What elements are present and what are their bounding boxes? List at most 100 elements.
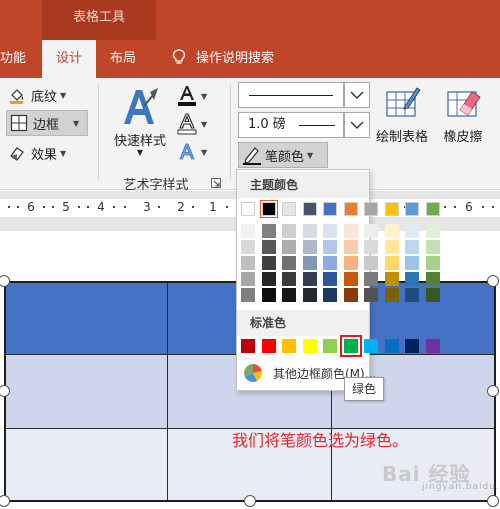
tab-layout[interactable]: 布局 xyxy=(110,40,144,78)
theme-shade-swatch[interactable] xyxy=(261,256,276,270)
text-effects-button[interactable]: ▼ xyxy=(176,140,207,164)
theme-color-swatch[interactable] xyxy=(302,202,317,216)
theme-shade-swatch[interactable] xyxy=(384,272,399,286)
theme-color-swatch[interactable] xyxy=(241,202,255,216)
eraser-button[interactable]: 橡皮擦 xyxy=(436,84,490,145)
theme-shade-swatch[interactable] xyxy=(241,272,255,286)
theme-shade-swatch[interactable] xyxy=(343,224,358,238)
theme-shade-swatch[interactable] xyxy=(302,256,317,270)
standard-color-swatch[interactable] xyxy=(384,339,399,353)
theme-shade-swatch[interactable] xyxy=(241,240,255,254)
ruler-tick xyxy=(113,206,115,208)
theme-shade-swatch[interactable] xyxy=(323,288,337,302)
theme-shade-swatch[interactable] xyxy=(405,272,419,286)
pen-color-button[interactable]: 笔颜色 ▼ xyxy=(238,142,328,168)
theme-shade-swatch[interactable] xyxy=(364,256,378,270)
theme-shade-swatch[interactable] xyxy=(282,288,296,302)
theme-shade-swatch[interactable] xyxy=(425,224,440,238)
effects-icon xyxy=(10,147,24,161)
theme-shade-swatch[interactable] xyxy=(343,240,358,254)
theme-shade-swatch[interactable] xyxy=(384,224,399,238)
theme-color-swatch[interactable] xyxy=(425,202,440,216)
theme-shade-swatch[interactable] xyxy=(384,240,399,254)
theme-shade-swatch[interactable] xyxy=(241,288,255,302)
theme-color-swatch[interactable] xyxy=(405,202,419,216)
theme-shade-swatch[interactable] xyxy=(323,240,337,254)
resize-handle[interactable] xyxy=(0,495,10,507)
resize-handle[interactable] xyxy=(487,275,499,287)
dialog-launcher-icon[interactable] xyxy=(211,178,221,188)
standard-color-swatch[interactable] xyxy=(425,339,440,353)
theme-shade-swatch[interactable] xyxy=(405,240,419,254)
text-fill-button[interactable]: ▼ xyxy=(176,84,207,108)
theme-shade-swatch[interactable] xyxy=(261,272,276,286)
borders-button[interactable]: 边框 ▼ xyxy=(6,110,88,136)
chevron-down-icon: ▼ xyxy=(136,148,144,157)
standard-color-swatch[interactable] xyxy=(405,339,419,353)
theme-shade-swatch[interactable] xyxy=(364,272,378,286)
theme-color-swatch[interactable] xyxy=(282,202,296,216)
standard-color-swatch[interactable] xyxy=(261,339,276,353)
standard-color-swatch[interactable] xyxy=(302,339,317,353)
theme-shade-swatch[interactable] xyxy=(302,272,317,286)
theme-color-swatch[interactable] xyxy=(384,202,399,216)
ruler-tick xyxy=(492,206,494,208)
theme-shade-swatch[interactable] xyxy=(405,256,419,270)
theme-shade-swatch[interactable] xyxy=(425,256,440,270)
theme-shade-swatch[interactable] xyxy=(405,224,419,238)
theme-shade-swatch[interactable] xyxy=(343,256,358,270)
tab-design[interactable]: 设计 xyxy=(42,40,96,78)
theme-shade-swatch[interactable] xyxy=(302,224,317,238)
tab-function-partial[interactable]: 功能 xyxy=(0,40,32,78)
pen-style-box[interactable] xyxy=(238,82,344,108)
theme-shade-swatch[interactable] xyxy=(261,240,276,254)
theme-shade-swatch[interactable] xyxy=(405,288,419,302)
theme-shade-swatch[interactable] xyxy=(323,256,337,270)
pen-weight-dropdown[interactable] xyxy=(344,112,370,138)
pen-style-dropdown[interactable] xyxy=(344,82,370,108)
ruler-tick xyxy=(192,206,194,208)
theme-shade-swatch[interactable] xyxy=(343,272,358,286)
standard-color-swatch[interactable] xyxy=(282,339,296,353)
pen-weight-box[interactable]: 1.0 磅 xyxy=(238,112,344,138)
shading-button[interactable]: 底纹 ▼ xyxy=(8,82,66,108)
theme-shade-swatch[interactable] xyxy=(302,288,317,302)
theme-shade-swatch[interactable] xyxy=(343,288,358,302)
resize-handle[interactable] xyxy=(487,495,499,507)
theme-shade-swatch[interactable] xyxy=(282,256,296,270)
theme-shade-swatch[interactable] xyxy=(282,224,296,238)
theme-color-swatch[interactable] xyxy=(323,202,337,216)
theme-shade-swatch[interactable] xyxy=(323,272,337,286)
theme-shade-swatch[interactable] xyxy=(425,272,440,286)
theme-shade-swatch[interactable] xyxy=(364,240,378,254)
tell-me-search[interactable]: 操作说明搜索 xyxy=(172,40,352,78)
theme-shade-swatch[interactable] xyxy=(261,224,276,238)
resize-handle[interactable] xyxy=(244,495,256,507)
theme-shade-swatch[interactable] xyxy=(302,240,317,254)
theme-shade-swatch[interactable] xyxy=(384,256,399,270)
ruler-tick xyxy=(17,206,19,208)
theme-shade-swatch[interactable] xyxy=(384,288,399,302)
chevron-down-icon: ▼ xyxy=(60,90,67,100)
draw-table-button[interactable]: 绘制表格 xyxy=(370,84,434,145)
theme-color-swatch[interactable] xyxy=(343,202,358,216)
theme-shade-swatch[interactable] xyxy=(364,224,378,238)
standard-color-swatch[interactable] xyxy=(241,339,255,353)
text-outline-button[interactable]: ▼ xyxy=(176,112,207,136)
standard-color-swatch[interactable] xyxy=(364,339,378,353)
theme-shade-swatch[interactable] xyxy=(364,288,378,302)
theme-shade-swatch[interactable] xyxy=(282,240,296,254)
theme-shade-swatch[interactable] xyxy=(261,288,276,302)
theme-shade-swatch[interactable] xyxy=(425,288,440,302)
effects-button[interactable]: 效果 ▼ xyxy=(8,140,66,166)
theme-shade-swatch[interactable] xyxy=(323,224,337,238)
theme-shade-swatch[interactable] xyxy=(241,256,255,270)
standard-color-swatch[interactable] xyxy=(323,339,337,353)
theme-shade-swatch[interactable] xyxy=(282,272,296,286)
ruler-number: 6 xyxy=(465,200,473,214)
theme-color-swatch[interactable] xyxy=(364,202,378,216)
quick-styles-button[interactable]: 快速样式 ▼ xyxy=(104,84,176,170)
resize-handle[interactable] xyxy=(487,385,499,397)
theme-shade-swatch[interactable] xyxy=(241,224,255,238)
theme-shade-swatch[interactable] xyxy=(425,240,440,254)
